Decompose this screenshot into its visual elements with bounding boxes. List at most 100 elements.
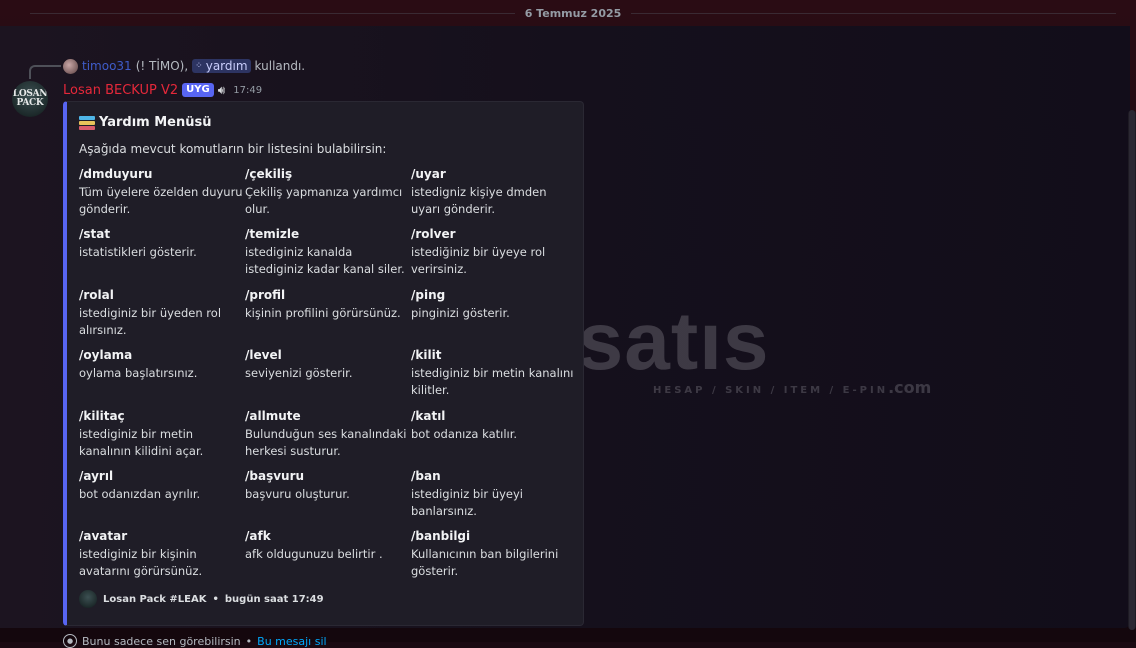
reply-action: kullandı.: [254, 59, 306, 73]
watermark-suffix: .com: [888, 378, 932, 397]
interaction-reply[interactable]: timoo31 (! TİMO), ⁘ yardım kullandı.: [63, 57, 305, 75]
watermark-sub-text: HESAP / SKIN / ITEM / E-PIN: [653, 385, 889, 396]
field-value: Tüm üyelere özelden duyuru gönderir.: [79, 185, 243, 216]
embed-field: /katıl bot odanıza katılır.: [411, 408, 575, 443]
books-icon: [79, 115, 95, 130]
field-value: istediginiz bir üyeyi banlarsınız.: [411, 487, 523, 518]
field-name: /level: [245, 348, 282, 362]
reply-spine: [29, 65, 61, 79]
embed-field: /uyar istedigniz kişiye dmden uyarı gönde…: [411, 166, 575, 218]
field-name: /başvuru: [245, 469, 305, 483]
ephemeral-separator: •: [245, 634, 253, 648]
field-name: /avatar: [79, 529, 128, 543]
field-value: başvuru oluşturur.: [245, 487, 350, 501]
field-name: /afk: [245, 529, 271, 543]
reply-nick: (! TİMO),: [135, 59, 189, 73]
avatar-text-line-2: PACK: [16, 98, 44, 108]
field-value: Kullanıcının ban bilgilerini gösterir.: [411, 547, 559, 578]
embed-field: /afk afk oldugunuzu belirtir .: [245, 528, 409, 563]
embed-title: Yardım Menüsü: [79, 115, 212, 130]
slash-command-icon: ⁘: [195, 61, 203, 71]
embed-field: /allmute Bulunduğun ses kanalındaki herke…: [245, 408, 409, 460]
field-value: seviyenizi gösterir.: [245, 366, 353, 380]
field-name: /temizle: [245, 227, 300, 241]
command-mention[interactable]: ⁘ yardım: [192, 59, 251, 73]
message-header: Losan BECKUP V2 UYG 🔊︎ 17:49: [63, 81, 262, 99]
ephemeral-text: Bunu sadece sen görebilirsin: [82, 634, 241, 648]
embed-field: /başvuru başvuru oluşturur.: [245, 468, 409, 503]
author-username[interactable]: Losan BECKUP V2: [63, 83, 178, 98]
embed-field: /banbilgi Kullanıcının ban bilgilerini gö…: [411, 528, 575, 580]
field-name: /kilit: [411, 348, 442, 362]
date-divider-text: 6 Temmuz 2025: [524, 6, 622, 20]
field-value: Çekiliş yapmanıza yardımcı olur.: [245, 185, 403, 216]
footer-avatar: [79, 590, 97, 608]
field-value: bot odanızdan ayrılır.: [79, 487, 201, 501]
field-value: istediginiz bir metin kanalının kilidini…: [79, 427, 204, 458]
embed-field: /ban istediginiz bir üyeyi banlarsınız.: [411, 468, 575, 520]
ephemeral-notice: ● Bunu sadece sen görebilirsin • Bu mesa…: [63, 634, 327, 648]
field-value: pinginizi gösterir.: [411, 306, 510, 320]
footer-time: bugün saat 17:49: [224, 593, 324, 605]
field-value: afk oldugunuzu belirtir .: [245, 547, 383, 561]
field-name: /ban: [411, 469, 441, 483]
field-name: /uyar: [411, 167, 446, 181]
field-name: /oylama: [79, 348, 133, 362]
field-value: istediginiz kanalda istediginiz kadar ka…: [245, 245, 405, 276]
embed-field: /avatar istediginiz bir kişinin avatarını…: [79, 528, 243, 580]
app-frame: itemsatıs HESAP / SKIN / ITEM / E-PIN.co…: [0, 0, 1136, 648]
app-badge: UYG: [182, 83, 214, 97]
field-name: /ayrıl: [79, 469, 114, 483]
field-value: kişinin profilini görürsünüz.: [245, 306, 401, 320]
embed-description: Aşağıda mevcut komutların bir listesini …: [79, 142, 387, 156]
embed-footer: Losan Pack #LEAK • bugün saat 17:49: [79, 590, 324, 608]
field-name: /rolal: [79, 288, 114, 302]
field-name: /banbilgi: [411, 529, 471, 543]
embed-field: /profil kişinin profilini görürsünüz.: [245, 287, 409, 322]
scrollbar-thumb[interactable]: [1129, 110, 1135, 630]
reply-username[interactable]: timoo31: [82, 59, 132, 73]
embed-field: /dmduyuru Tüm üyelere özelden duyuru gönd…: [79, 166, 243, 218]
date-divider: 6 Temmuz 2025: [30, 6, 1116, 20]
field-value: bot odanıza katılır.: [411, 427, 518, 441]
field-name: /katıl: [411, 409, 446, 423]
embed-field: /çekiliş Çekiliş yapmanıza yardımcı olur.: [245, 166, 409, 218]
field-name: /rolver: [411, 227, 456, 241]
dismiss-message-link[interactable]: Bu mesajı sil: [257, 635, 326, 648]
field-name: /profil: [245, 288, 286, 302]
embed-field: /kilit istediginiz bir metin kanalını kil…: [411, 347, 575, 399]
field-name: /kilitaç: [79, 409, 125, 423]
speaker-icon: 🔊︎: [217, 82, 226, 97]
embed-field: /rolver istediğiniz bir üyeye rol verirsi…: [411, 226, 575, 278]
reply-avatar[interactable]: [63, 58, 78, 74]
eye-icon: ●: [63, 634, 77, 648]
embed-field: /kilitaç istediginiz bir metin kanalının …: [79, 408, 243, 460]
embed-field: /stat istatistikleri gösterir.: [79, 226, 243, 261]
footer-name: Losan Pack #LEAK: [103, 593, 207, 605]
embed: Yardım Menüsü Aşağıda mevcut komutların …: [63, 101, 584, 626]
field-value: istediğiniz bir üyeye rol verirsiniz.: [411, 245, 546, 276]
field-name: /çekiliş: [245, 167, 293, 181]
field-value: istatistikleri gösterir.: [79, 245, 197, 259]
field-value: istediginiz bir üyeden rol alırsınız.: [79, 306, 222, 337]
embed-field: /ayrıl bot odanızdan ayrılır.: [79, 468, 243, 503]
field-name: /dmduyuru: [79, 167, 153, 181]
embed-field: /level seviyenizi gösterir.: [245, 347, 409, 382]
embed-field: /temizle istediginiz kanalda istediginiz …: [245, 226, 409, 278]
field-name: /allmute: [245, 409, 301, 423]
field-value: Bulunduğun ses kanalındaki herkesi sustu…: [245, 427, 407, 458]
embed-field: /oylama oylama başlatırsınız.: [79, 347, 243, 382]
command-name: yardım: [205, 59, 248, 73]
message-timestamp[interactable]: 17:49: [233, 85, 262, 96]
field-value: istediginiz bir metin kanalını kilitler.: [411, 366, 574, 397]
embed-field: /rolal istediginiz bir üyeden rol alırsın…: [79, 287, 243, 339]
field-name: /stat: [79, 227, 111, 241]
field-value: oylama başlatırsınız.: [79, 366, 198, 380]
field-name: /ping: [411, 288, 446, 302]
embed-field: /ping pinginizi gösterir.: [411, 287, 575, 322]
avatar[interactable]: LOSAN PACK: [12, 81, 48, 117]
field-value: istedigniz kişiye dmden uyarı gönderir.: [411, 185, 547, 216]
divider-line: [30, 12, 515, 14]
watermark-subtitle: HESAP / SKIN / ITEM / E-PIN.com: [653, 378, 931, 397]
divider-line: [631, 12, 1116, 14]
